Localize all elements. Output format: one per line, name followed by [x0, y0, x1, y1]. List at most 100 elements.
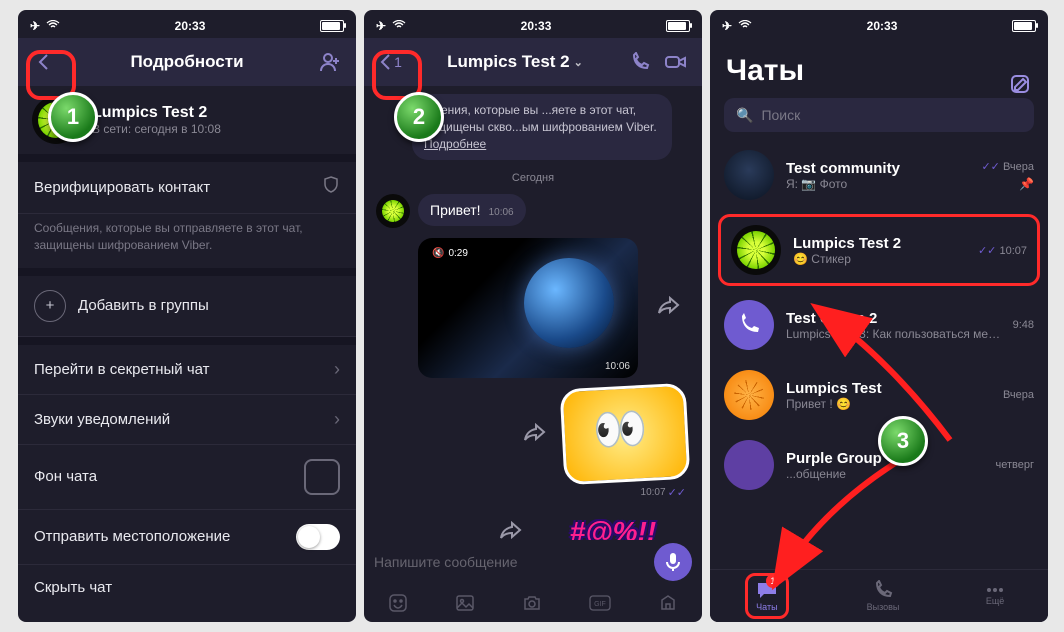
- page-title: Чаты: [710, 38, 1048, 98]
- tab-more[interactable]: Ещё: [977, 582, 1013, 610]
- wifi-icon: [46, 19, 60, 33]
- search-icon: 🔍: [736, 107, 753, 124]
- chat-time: 10:07: [999, 245, 1027, 257]
- location-label: Отправить местоположение: [34, 528, 230, 545]
- forward-icon[interactable]: [650, 296, 688, 319]
- chat-avatar: [731, 225, 781, 275]
- marker-2: 2: [394, 92, 444, 142]
- search-input[interactable]: 🔍 Поиск: [724, 98, 1034, 132]
- sender-avatar[interactable]: [376, 194, 410, 228]
- mic-button[interactable]: [654, 543, 692, 581]
- call-icon[interactable]: [626, 48, 654, 76]
- chat-item-lumpics2[interactable]: Lumpics Test 2😊 Стикер ✓✓ 10:07: [718, 214, 1040, 286]
- airplane-icon: ✈︎: [30, 19, 40, 33]
- encryption-notice: ...дения, которые вы ...яете в этот чат,…: [412, 94, 672, 160]
- airplane-icon: ✈︎: [376, 19, 386, 33]
- status-bar: ✈︎ 20:33: [710, 10, 1048, 38]
- status-bar: ✈︎ 20:33: [18, 10, 356, 38]
- forward-icon[interactable]: [516, 423, 554, 446]
- sticker-eyes[interactable]: [560, 383, 691, 485]
- chevron-right-icon: ›: [334, 409, 340, 430]
- chat-time: Вчера: [1003, 161, 1034, 173]
- tab-label: Вызовы: [867, 602, 900, 612]
- tab-label: Чаты: [756, 602, 777, 612]
- encryption-desc: Сообщения, которые вы отправляете в этот…: [18, 214, 356, 268]
- arrow-3-to-tab: [760, 460, 940, 600]
- background-preview: [304, 459, 340, 495]
- mute-duration: 🔇0:29: [426, 246, 474, 261]
- secret-chat-label: Перейти в секретный чат: [34, 361, 210, 378]
- chat-time: Вчера: [1003, 389, 1034, 401]
- message-text: Привет!: [430, 202, 481, 218]
- wifi-icon: [392, 19, 406, 33]
- status-bar: ✈︎ 20:33: [364, 10, 702, 38]
- status-time: 20:33: [867, 19, 898, 33]
- chat-avatar: [724, 300, 774, 350]
- sticker-tab-icon[interactable]: [382, 590, 414, 616]
- send-location-row[interactable]: Отправить местоположение: [18, 510, 356, 565]
- secret-chat-row[interactable]: Перейти в секретный чат ›: [18, 345, 356, 395]
- chat-name: Test community: [786, 160, 969, 177]
- video-call-icon[interactable]: [662, 48, 690, 76]
- chat-avatar: [724, 150, 774, 200]
- pin-icon: 📌: [1019, 177, 1034, 191]
- more-link[interactable]: Подробнее: [424, 137, 486, 151]
- chat-title[interactable]: Lumpics Test 2⌄: [404, 52, 626, 72]
- speaker-muted-icon: 🔇: [432, 248, 444, 259]
- chat-preview: 😊 Стикер: [793, 252, 966, 266]
- gif-icon[interactable]: GIF: [583, 592, 617, 614]
- video-time: 10:06: [605, 361, 630, 372]
- contact-status: В сети: сегодня в 10:08: [92, 122, 221, 136]
- message-time: 10:06: [489, 207, 514, 218]
- battery-icon: [320, 20, 344, 32]
- video-message[interactable]: 🔇0:29 10:06: [418, 238, 638, 378]
- shield-icon: [322, 176, 340, 199]
- compose-button[interactable]: [1006, 70, 1034, 98]
- verify-contact-row[interactable]: Верифицировать контакт: [18, 162, 356, 214]
- marker-3: 3: [878, 416, 928, 466]
- location-switch[interactable]: [296, 524, 340, 550]
- chevron-down-icon: ⌄: [574, 56, 583, 69]
- camera-icon[interactable]: [516, 590, 548, 616]
- enc-text: ...дения, которые вы ...яете в этот чат,…: [424, 103, 657, 134]
- message-in: Привет! 10:06: [364, 190, 702, 232]
- message-bubble[interactable]: Привет! 10:06: [418, 194, 526, 226]
- contact-name: Lumpics Test 2: [92, 104, 221, 122]
- battery-icon: [666, 20, 690, 32]
- date-chip: Сегодня: [364, 166, 702, 190]
- gallery-icon[interactable]: [449, 590, 481, 616]
- sticker1-time: 10:07✓✓: [364, 486, 702, 499]
- verify-label: Верифицировать контакт: [34, 179, 210, 196]
- plus-icon: +: [34, 290, 66, 322]
- background-label: Фон чата: [34, 468, 97, 485]
- chat-avatar: [724, 370, 774, 420]
- chevron-right-icon: ›: [334, 359, 340, 380]
- status-time: 20:33: [175, 19, 206, 33]
- airplane-icon: ✈︎: [722, 19, 732, 33]
- svg-text:GIF: GIF: [594, 601, 606, 608]
- status-time: 20:33: [521, 19, 552, 33]
- more-icon[interactable]: [652, 590, 684, 616]
- marker-1: 1: [48, 92, 98, 142]
- chat-time: четверг: [996, 459, 1035, 471]
- background-row[interactable]: Фон чата: [18, 445, 356, 510]
- add-contact-icon[interactable]: [316, 48, 344, 76]
- message-input[interactable]: Напишите сообщение: [374, 554, 646, 570]
- composer: Напишите сообщение: [364, 540, 702, 584]
- sounds-label: Звуки уведомлений: [34, 411, 170, 428]
- hide-chat-row[interactable]: Скрыть чат: [18, 565, 356, 610]
- chat-item-community[interactable]: Test communityЯ: 📷 Фото ✓✓ Вчера📌: [710, 140, 1048, 210]
- hide-chat-label: Скрыть чат: [34, 579, 112, 596]
- wifi-icon: [738, 19, 752, 33]
- battery-icon: [1012, 20, 1036, 32]
- tab-label: Ещё: [986, 596, 1004, 606]
- chat-time: 9:48: [1013, 319, 1034, 331]
- composer-toolbar: GIF: [364, 584, 702, 622]
- sounds-row[interactable]: Звуки уведомлений ›: [18, 395, 356, 445]
- chat-preview: Я: 📷 Фото: [786, 177, 969, 191]
- search-placeholder: Поиск: [761, 107, 800, 123]
- sticker-out-1: [364, 382, 702, 486]
- add-groups-label: Добавить в группы: [78, 297, 209, 314]
- chat-name: Lumpics Test 2: [793, 235, 966, 252]
- add-to-groups-row[interactable]: + Добавить в группы: [18, 276, 356, 337]
